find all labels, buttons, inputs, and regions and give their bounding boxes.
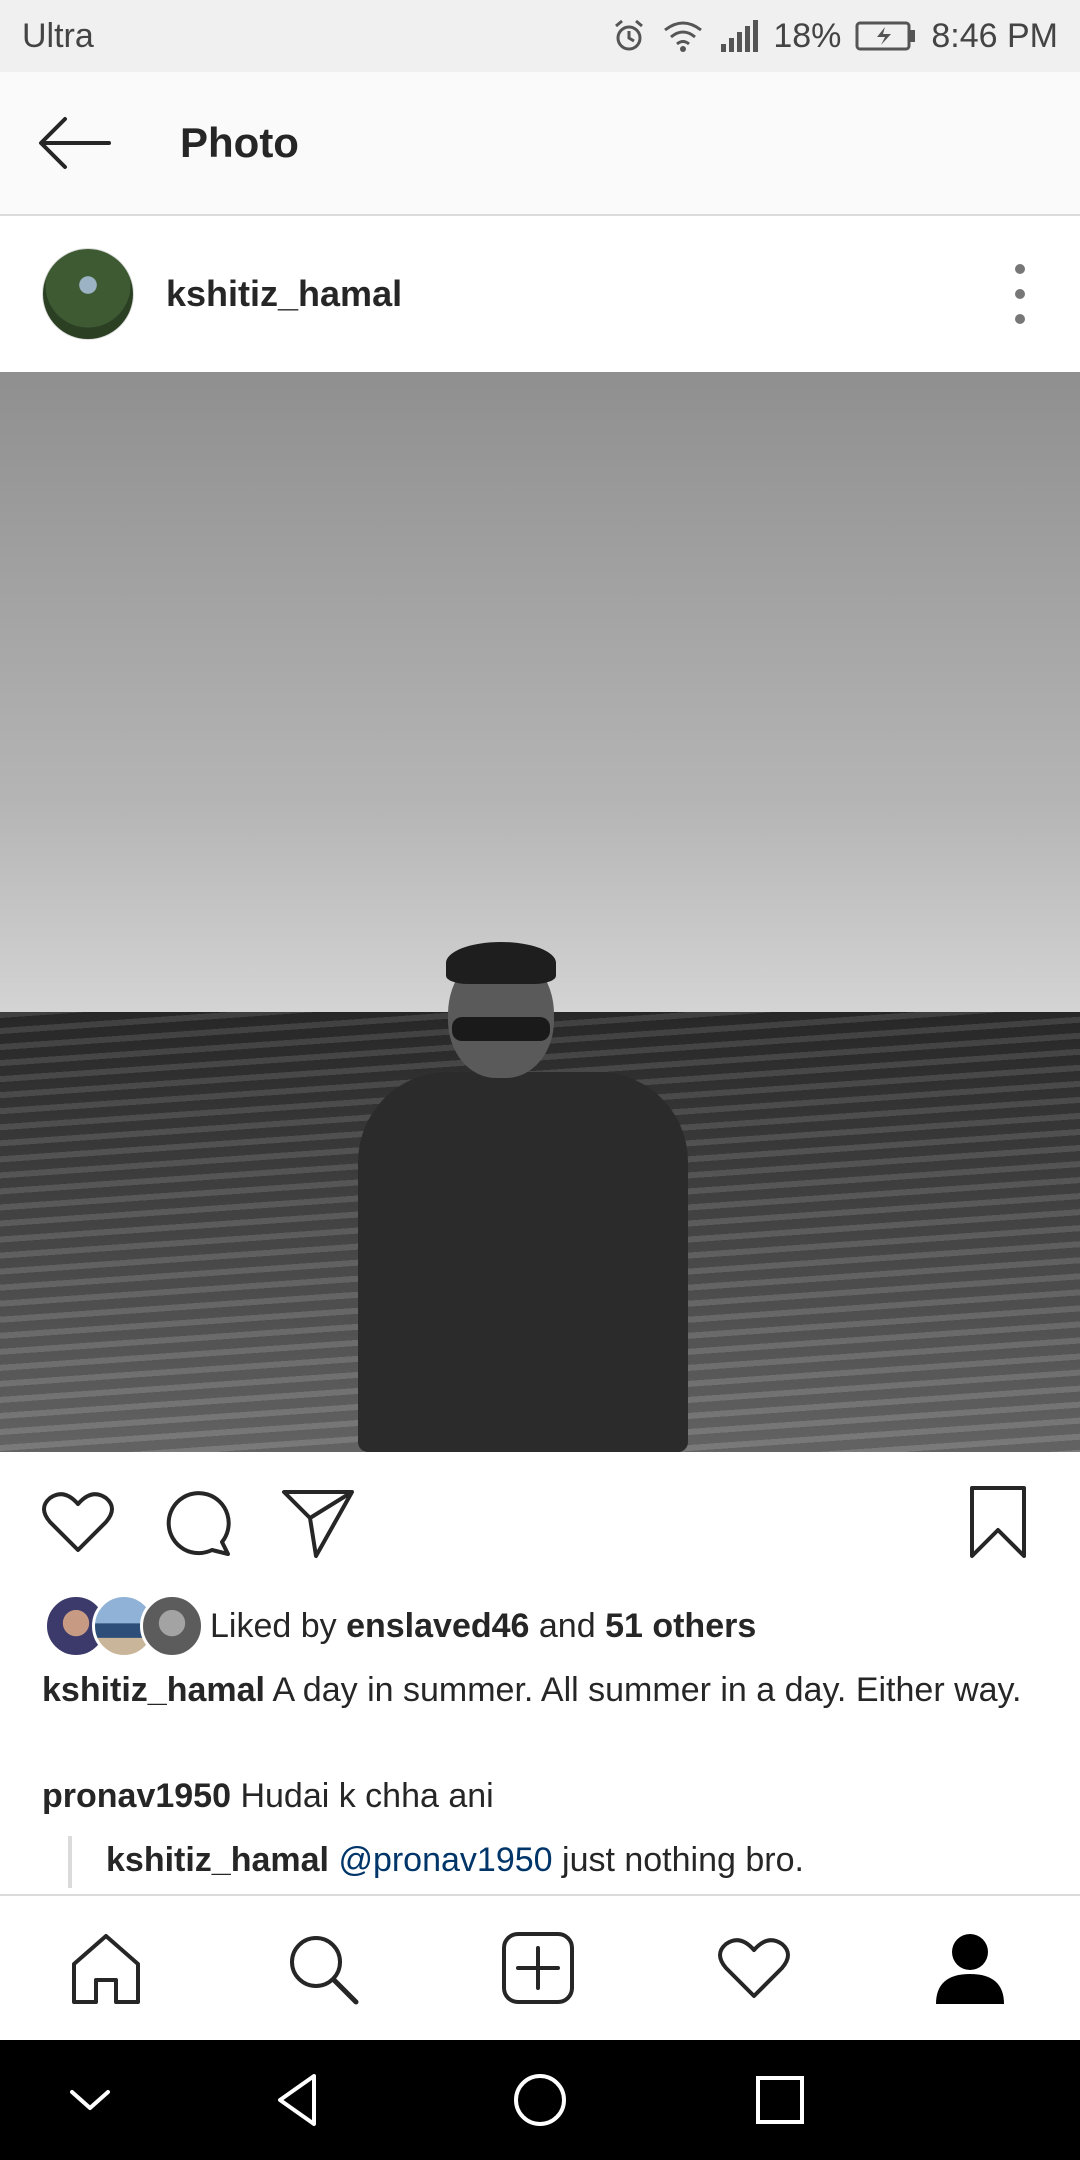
carrier-label: Ultra xyxy=(22,16,94,55)
chevron-down-icon[interactable] xyxy=(60,2070,120,2130)
liker-avatar xyxy=(140,1594,204,1658)
search-icon[interactable] xyxy=(284,1930,360,2006)
status-icons: 18% 8:46 PM xyxy=(611,17,1058,56)
speech-bubble-icon[interactable] xyxy=(160,1484,236,1560)
wifi-icon xyxy=(664,21,703,52)
recent-apps-icon[interactable] xyxy=(750,2070,810,2130)
photo-person-hair xyxy=(446,942,556,984)
dot xyxy=(1015,314,1025,324)
home-icon[interactable] xyxy=(68,1930,144,2006)
more-options-button[interactable] xyxy=(1010,264,1030,324)
post-username[interactable]: kshitiz_hamal xyxy=(166,273,402,315)
likes-prefix: Liked by xyxy=(210,1606,347,1645)
clock: 8:46 PM xyxy=(931,16,1058,55)
comment-username[interactable]: pronav1950 xyxy=(42,1777,231,1815)
battery-icon xyxy=(855,21,916,51)
post-caption: kshitiz_hamal A day in summer. All summe… xyxy=(42,1666,1042,1714)
page-title: Photo xyxy=(180,119,299,166)
avatar[interactable] xyxy=(42,248,134,340)
system-navigation-bar xyxy=(0,2040,1080,2160)
bookmark-icon[interactable] xyxy=(960,1484,1036,1560)
likes-and: and xyxy=(529,1606,606,1645)
post-photo[interactable] xyxy=(0,372,1080,1452)
reply-text: just nothing bro. xyxy=(552,1841,804,1879)
likes-others[interactable]: 51 others xyxy=(605,1607,756,1646)
comment-text: Hudai k chha ani xyxy=(231,1777,494,1815)
plus-square-icon[interactable] xyxy=(500,1930,576,2006)
dot xyxy=(1015,289,1025,299)
liked-by-user[interactable]: enslaved46 xyxy=(346,1607,529,1646)
paper-plane-icon[interactable] xyxy=(280,1484,356,1560)
back-button[interactable] xyxy=(20,88,130,198)
status-bar: Ultra 18% 8:46 PM xyxy=(0,0,1080,72)
arrow-left-icon xyxy=(39,117,111,169)
post-actions xyxy=(0,1452,1080,1592)
battery-percent: 18% xyxy=(773,16,842,55)
reply-mention[interactable]: @pronav1950 xyxy=(338,1841,552,1879)
signal-icon xyxy=(721,20,759,52)
alarm-icon xyxy=(615,19,644,51)
liker-avatars xyxy=(44,1594,204,1658)
likes-summary[interactable]: Liked by enslaved46 and 51 others xyxy=(44,1594,756,1658)
heart-icon[interactable] xyxy=(716,1930,792,2006)
home-circle-icon[interactable] xyxy=(510,2070,570,2130)
heart-icon[interactable] xyxy=(40,1484,116,1560)
photo-sunglasses xyxy=(452,1017,550,1041)
photo-person xyxy=(358,1072,688,1452)
vertical-dots-icon xyxy=(1015,264,1025,274)
reply-username[interactable]: kshitiz_hamal xyxy=(106,1841,329,1879)
person-icon[interactable] xyxy=(932,1930,1008,2006)
comment: pronav1950 Hudai k chha ani xyxy=(42,1772,1042,1820)
caption-username[interactable]: kshitiz_hamal xyxy=(42,1671,265,1709)
caption-text: A day in summer. All summer in a day. Ei… xyxy=(264,1671,1022,1709)
app-bar: Photo xyxy=(0,72,1080,216)
back-triangle-icon[interactable] xyxy=(270,2070,330,2130)
post-header: kshitiz_hamal xyxy=(0,216,1080,372)
comment-reply: kshitiz_hamal @pronav1950 just nothing b… xyxy=(68,1836,1058,1888)
bottom-navigation xyxy=(0,1894,1080,2040)
